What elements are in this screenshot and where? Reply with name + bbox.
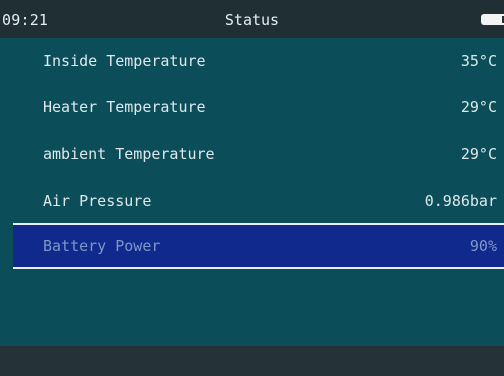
list-item-label: Battery Power	[43, 237, 161, 255]
status-bar: 09:21 Status	[0, 0, 504, 38]
list-item-label: Inside Temperature	[43, 52, 206, 70]
list-item-value: 29°C	[460, 98, 497, 116]
page-title: Status	[224, 11, 280, 29]
list-item-label: Heater Temperature	[43, 98, 206, 116]
bottom-bar	[0, 346, 504, 376]
list-item-air-pressure[interactable]: Air Pressure 0.986bar	[13, 178, 504, 224]
list-item-label: ambient Temperature	[43, 145, 215, 163]
list-item-inside-temperature[interactable]: Inside Temperature 35°C	[13, 38, 504, 84]
list-item-value: 29°C	[460, 145, 497, 163]
list-item-value: 90%	[469, 237, 497, 255]
list-item-battery-power[interactable]: Battery Power 90%	[13, 223, 504, 269]
list-item-heater-temperature[interactable]: Heater Temperature 29°C	[13, 84, 504, 130]
list-item-value: 35°C	[460, 52, 497, 70]
battery-icon	[481, 14, 504, 25]
list-item-label: Air Pressure	[43, 192, 152, 210]
list-item-ambient-temperature[interactable]: ambient Temperature 29°C	[13, 131, 504, 177]
list-item-value: 0.986bar	[424, 192, 497, 210]
device-screen: 09:21 Status Inside Temperature 35°C Hea…	[0, 0, 504, 376]
